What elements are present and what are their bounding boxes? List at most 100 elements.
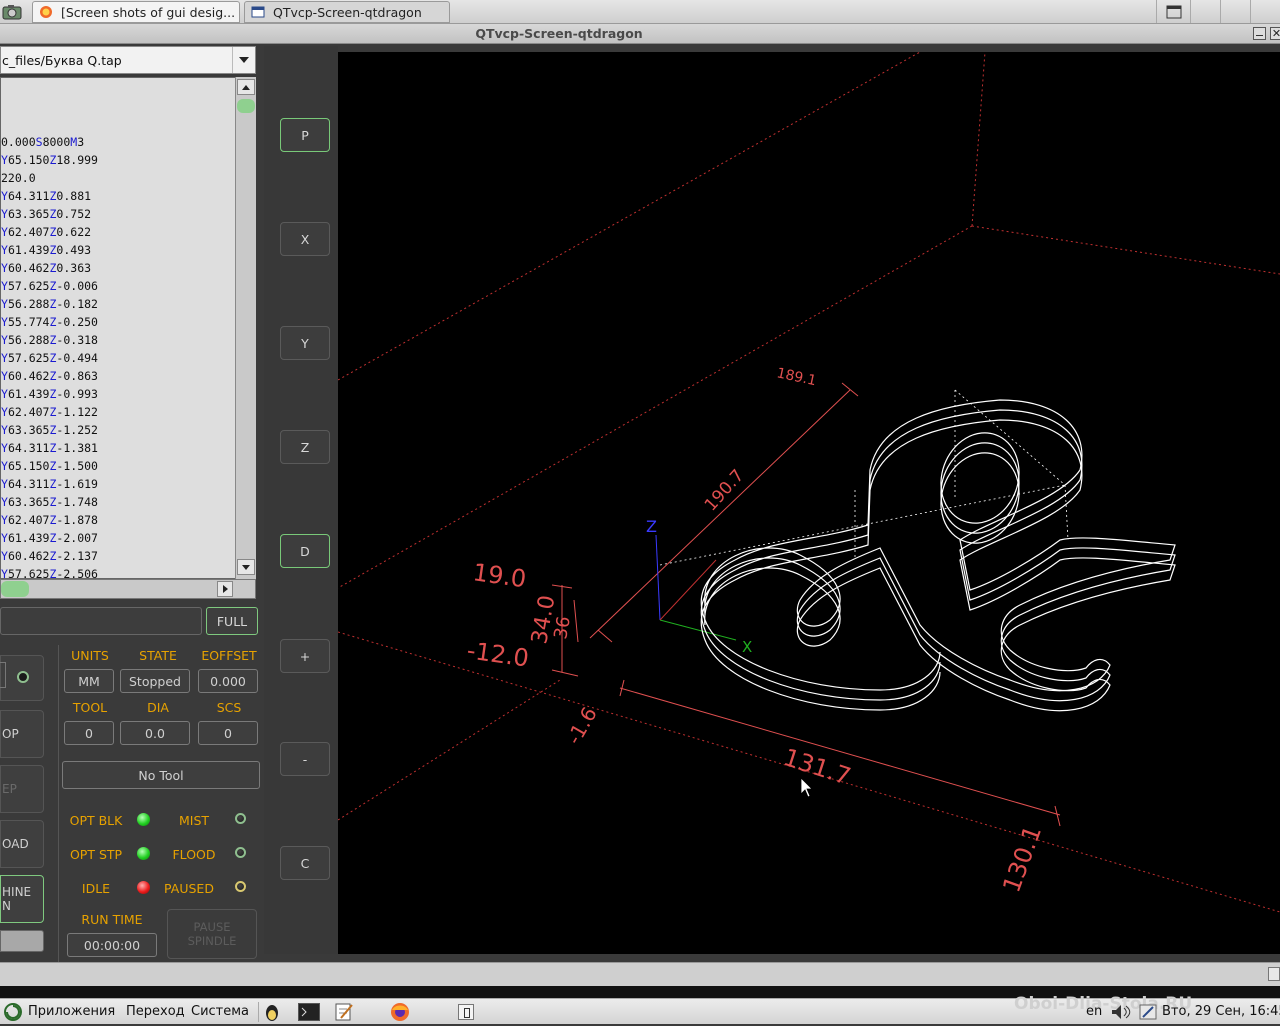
chevron-down-icon[interactable] (232, 47, 255, 73)
stop-button[interactable]: OP (0, 710, 44, 758)
view-y-button[interactable]: Y (280, 326, 330, 360)
run-time-value: 00:00:00 (67, 933, 157, 957)
firefox-launcher-icon[interactable] (389, 1002, 411, 1022)
gcode-line[interactable]: Y60.462Z-2.137 (1, 547, 237, 565)
view-dimensions-button[interactable]: D (280, 534, 330, 568)
gcode-line[interactable]: Y63.365Z-1.748 (1, 493, 237, 511)
machine-on-button[interactable]: HINE N (0, 875, 44, 923)
units-label: UNITS (71, 648, 109, 663)
keyboard-layout[interactable]: en (1086, 999, 1102, 1025)
gcode-line[interactable]: Y64.311Z-1.381 (1, 439, 237, 457)
gcode-line[interactable]: Y61.439Z-2.007 (1, 529, 237, 547)
gcode-line[interactable]: Y64.311Z0.881 (1, 187, 237, 205)
units-value: MM (64, 669, 114, 693)
run-time-label: RUN TIME (81, 912, 143, 927)
gcode-line[interactable]: Y61.439Z-0.993 (1, 385, 237, 403)
scroll-down-icon[interactable] (237, 559, 255, 575)
toolpath-ampersand (659, 389, 1176, 712)
gcode-line[interactable]: Y61.439Z0.493 (1, 241, 237, 259)
gcode-line[interactable]: Y65.150Z18.999 (1, 151, 237, 169)
gcode-horizontal-scrollbar[interactable] (0, 579, 256, 599)
scroll-thumb[interactable] (237, 99, 255, 113)
dia-label: DIA (147, 700, 169, 715)
gcode-viewer[interactable]: 0.000S8000M3 Y65.150Z18.999 220.0 Y64.311Z0… (0, 77, 256, 579)
gcode-line[interactable]: 0.000S8000M3 (1, 133, 237, 151)
scroll-up-icon[interactable] (237, 79, 255, 95)
tool-name-display: No Tool (62, 761, 260, 789)
resize-grip-icon[interactable] (1268, 967, 1280, 981)
opt-blk-led[interactable] (137, 813, 150, 826)
text-editor-launcher-icon[interactable] (333, 1002, 355, 1022)
view-p-button[interactable]: P (280, 118, 330, 152)
volume-icon[interactable] (1110, 1003, 1132, 1021)
system-taskbar: Приложения Переход Система Oboi-Dlia-Sto… (0, 994, 1280, 1025)
machine-envelope (338, 52, 1280, 913)
screenshot-app-icon[interactable] (2, 3, 22, 21)
gcode-vertical-scrollbar[interactable] (235, 77, 256, 579)
toolpath-loop (940, 432, 1020, 544)
clear-button[interactable]: C (280, 846, 330, 880)
scroll-right-icon[interactable] (217, 581, 233, 597)
zoom-out-button[interactable]: - (280, 742, 330, 776)
dim-130-1: 130.1 (997, 822, 1047, 896)
gcode-line[interactable]: Y62.407Z-1.878 (1, 511, 237, 529)
linux-launcher-icon[interactable] (258, 1002, 284, 1022)
flood-led[interactable] (235, 847, 246, 858)
load-button[interactable]: OAD (0, 820, 44, 868)
step-button[interactable]: EP (0, 765, 44, 813)
mist-led[interactable] (235, 813, 246, 824)
rapid-moves (659, 389, 1069, 566)
toolpath-3d-view[interactable]: 189.1 190.7 19.0 34.0 36 -12.0 -1.6 131.… (338, 52, 1280, 954)
system-menu[interactable]: Система (191, 999, 249, 1025)
network-icon[interactable] (1138, 1003, 1158, 1021)
gcode-line[interactable]: Y56.288Z-0.318 (1, 331, 237, 349)
gcode-line[interactable]: Y62.407Z-1.122 (1, 403, 237, 421)
status-strip (0, 962, 1280, 986)
gcode-line[interactable]: Y57.625Z-0.494 (1, 349, 237, 367)
power-button[interactable] (0, 655, 44, 701)
dim-189-1: 189.1 (775, 365, 818, 389)
show-desktop-icon[interactable] (458, 1004, 474, 1020)
gcode-line[interactable]: Y55.774Z-0.250 (1, 313, 237, 331)
tool-value: 0 (64, 721, 114, 745)
gcode-line[interactable]: Y62.407Z0.622 (1, 223, 237, 241)
window-title: QTvcp-Screen-qtdragon (475, 26, 643, 41)
minimize-icon[interactable] (1253, 27, 1266, 40)
zoom-in-button[interactable]: + (280, 639, 330, 673)
gcode-line[interactable]: Y56.288Z-0.182 (1, 295, 237, 313)
applications-menu[interactable]: Приложения (4, 999, 115, 1025)
tab-qtvcp-screen[interactable]: QTvcp-Screen-qtdragon (244, 1, 450, 23)
pause-spindle-button[interactable]: PAUSE SPINDLE (167, 909, 257, 959)
view-x-button[interactable]: X (280, 222, 330, 256)
terminal-launcher-icon[interactable] (298, 1003, 320, 1021)
gcode-line[interactable]: Y64.311Z-1.619 (1, 475, 237, 493)
full-button[interactable]: FULL (206, 607, 258, 635)
tool-label: TOOL (72, 700, 108, 715)
dim-19-0: 19.0 (471, 558, 528, 593)
gcode-line[interactable]: Y57.625Z-0.006 (1, 277, 237, 295)
gcode-line[interactable]: 220.0 (1, 169, 237, 187)
dim-minus-1-6: -1.6 (562, 703, 602, 749)
mdi-input[interactable] (0, 607, 202, 635)
eoffset-value: 0.000 (198, 669, 258, 693)
view-z-button[interactable]: Z (280, 430, 330, 464)
gcode-line[interactable]: Y57.625Z-2.506 (1, 565, 237, 578)
opt-stp-led[interactable] (137, 847, 150, 860)
tab-screenshots-forum[interactable]: [Screen shots of gui desig... (32, 1, 240, 23)
hscroll-thumb[interactable] (1, 581, 29, 597)
step-label: EP (2, 782, 17, 796)
gcode-line[interactable]: Y63.365Z0.752 (1, 205, 237, 223)
gcode-line[interactable]: Y60.462Z-0.863 (1, 367, 237, 385)
dim-190-7: 190.7 (701, 466, 748, 516)
gcode-line[interactable]: Y60.462Z0.363 (1, 259, 237, 277)
dimension-labels: 189.1 190.7 19.0 34.0 36 -12.0 -1.6 131.… (465, 365, 1047, 896)
close-icon[interactable]: ✕ (1270, 27, 1280, 40)
gcode-line[interactable]: Y65.150Z-1.500 (1, 457, 237, 475)
flood-label: FLOOD (172, 847, 216, 862)
gcode-line[interactable]: Y63.365Z-1.252 (1, 421, 237, 439)
file-selector[interactable]: c_files/Буква Q.tap (0, 46, 256, 74)
clock[interactable]: Вто, 29 Сен, 16:45 (1162, 999, 1280, 1025)
places-menu[interactable]: Переход (126, 999, 185, 1025)
window-control-spacer-2 (1220, 0, 1250, 23)
maximize-button[interactable] (1156, 0, 1190, 23)
